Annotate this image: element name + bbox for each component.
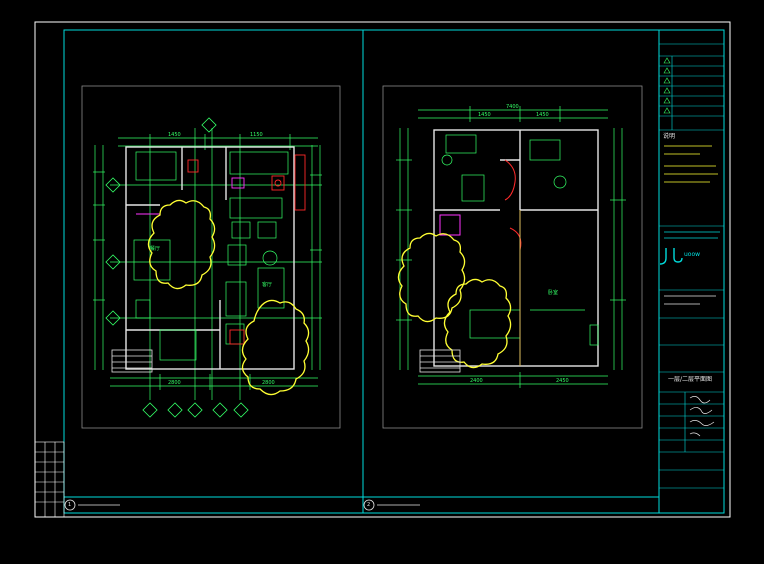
title-block-notes-heading: 说明: [663, 133, 676, 140]
plan-1-room-label-1: 餐厅: [150, 246, 161, 252]
company-logo-text: uoow: [684, 251, 701, 258]
cad-drawing-sheet: [0, 0, 764, 564]
plan-1-dim-bottom-2: 2800: [262, 380, 275, 386]
plan-1-number: 1: [68, 502, 72, 508]
plan-2-room-label: 卧室: [548, 290, 559, 296]
plan-1-dim-top-1: 1450: [168, 132, 181, 138]
plan-2-dim-top: 7400: [506, 104, 519, 110]
plan-2-dim-bottom-2: 2450: [556, 378, 569, 384]
plan-1-dim-bottom-1: 2800: [168, 380, 181, 386]
plan-1-dim-top-2: 1150: [250, 132, 263, 138]
plan-2-dim-mid-1: 1450: [478, 112, 491, 118]
plan-1-room-label-2: 客厅: [262, 282, 273, 288]
plan-2-dim-mid-2: 1450: [536, 112, 549, 118]
plan-2-dim-bottom-1: 2400: [470, 378, 483, 384]
drawing-background: [0, 0, 764, 564]
plan-2-number: 2: [367, 502, 371, 508]
drawing-title: 一层/二层平面图: [668, 376, 713, 383]
